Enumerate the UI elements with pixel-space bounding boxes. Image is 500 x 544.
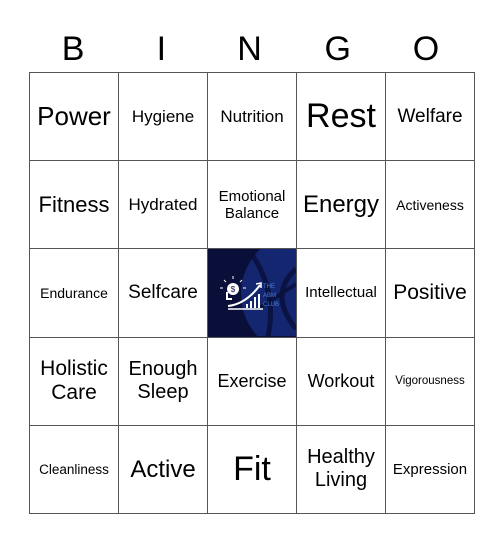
grid-row: Fitness Hydrated Emotional Balance Energ… [29, 160, 475, 250]
free-space-cell[interactable]: $ THE ABM CLUB [207, 248, 297, 338]
grid-row: Cleanliness Active Fit Healthy Living Ex… [29, 424, 475, 515]
bingo-cell[interactable]: Power [29, 71, 119, 162]
header-letter-n: N [237, 30, 262, 68]
bingo-cell[interactable]: Welfare [385, 71, 475, 162]
grid-row: Holistic Care Enough Sleep Exercise Work… [29, 336, 475, 426]
bingo-header: B I N G O [29, 26, 470, 72]
logo-text-the: THE [263, 284, 275, 290]
header-letter-b: B [61, 30, 85, 68]
bingo-cell[interactable]: Workout [296, 336, 386, 426]
grid-row: Power Hygiene Nutrition Rest Welfare [29, 71, 475, 162]
bingo-cell[interactable]: Vigorousness [385, 336, 475, 426]
grid-row: Endurance Selfcare $ THE ABM CLUB Intell… [29, 248, 475, 338]
bingo-cell[interactable]: Hydrated [118, 160, 208, 250]
bingo-grid: Power Hygiene Nutrition Rest Welfare Fit… [29, 71, 475, 515]
bingo-cell[interactable]: Exercise [207, 336, 297, 426]
bingo-cell[interactable]: Cleanliness [29, 424, 119, 515]
logo-text-abm: ABM [263, 293, 276, 299]
header-letter-i: I [156, 30, 167, 68]
bingo-cell[interactable]: Energy [296, 160, 386, 250]
bingo-cell[interactable]: Active [118, 424, 208, 515]
logo-text-club: CLUB [263, 302, 279, 308]
bingo-cell[interactable]: Enough Sleep [118, 336, 208, 426]
bingo-cell[interactable]: Rest [296, 71, 386, 162]
bingo-cell[interactable]: Nutrition [207, 71, 297, 162]
bingo-cell[interactable]: Positive [385, 248, 475, 338]
bingo-cell[interactable]: Hygiene [118, 71, 208, 162]
bingo-cell[interactable]: Holistic Care [29, 336, 119, 426]
abm-club-logo: $ THE ABM CLUB [208, 249, 296, 337]
header-letter-g: G [324, 30, 351, 68]
bingo-cell[interactable]: Fit [207, 424, 297, 515]
bingo-cell[interactable]: Emotional Balance [207, 160, 297, 250]
svg-text:$: $ [231, 285, 236, 294]
header-letter-o: O [412, 30, 440, 68]
bingo-cell[interactable]: Activeness [385, 160, 475, 250]
bingo-cell[interactable]: Fitness [29, 160, 119, 250]
bingo-cell[interactable]: Healthy Living [296, 424, 386, 515]
bingo-cell[interactable]: Selfcare [118, 248, 208, 338]
bingo-cell[interactable]: Intellectual [296, 248, 386, 338]
bingo-cell[interactable]: Expression [385, 424, 475, 515]
bingo-cell[interactable]: Endurance [29, 248, 119, 338]
